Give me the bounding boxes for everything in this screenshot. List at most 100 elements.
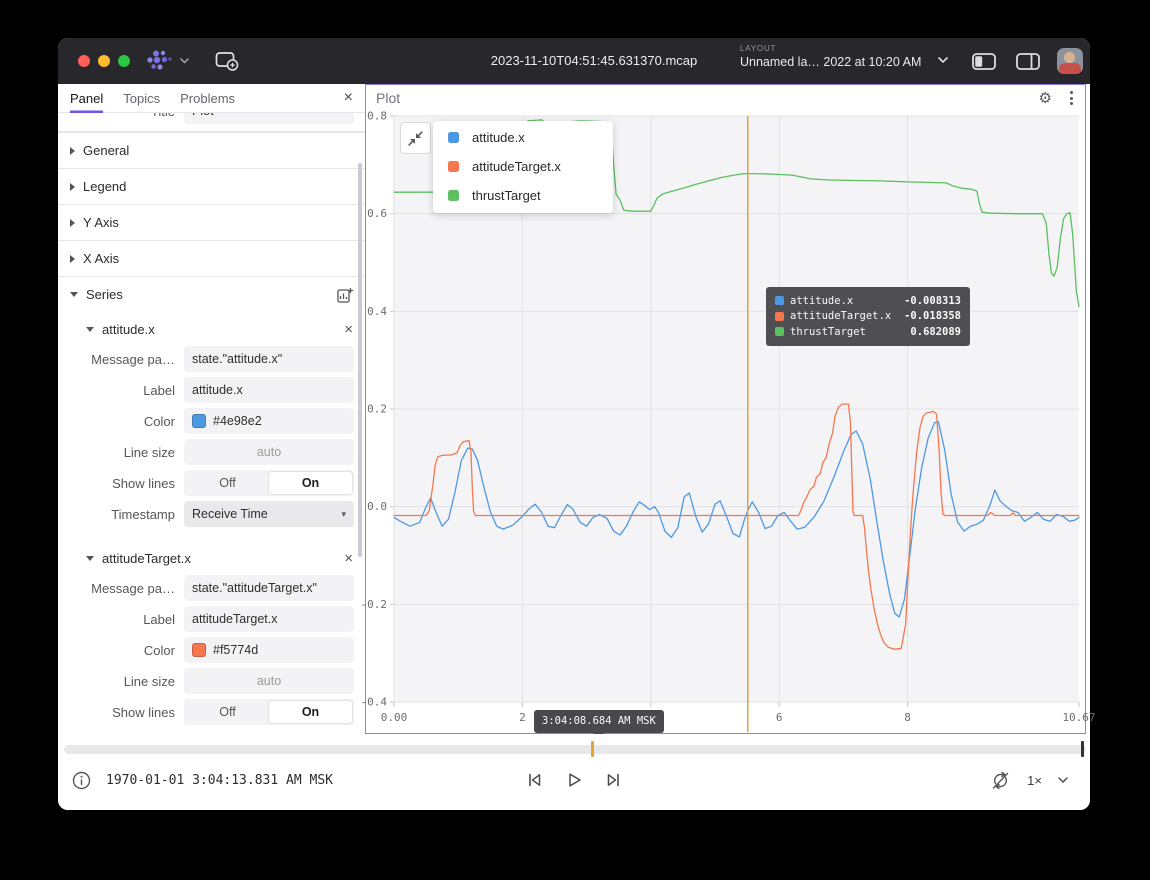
chevron-right-icon: [70, 147, 75, 155]
layout-chevron-down-icon[interactable]: [938, 57, 948, 64]
field-row-label: Label attitudeTarget.x: [58, 606, 365, 632]
chart-hover-tooltip: attitude.x -0.008313 attitudeTarget.x -0…: [766, 287, 970, 346]
tooltip-swatch: [775, 312, 784, 321]
sidebar-close-icon[interactable]: ×: [344, 90, 353, 106]
settings-scroll-area[interactable]: Title Plot General Legend Y Axis: [58, 113, 365, 734]
label-input[interactable]: attitudeTarget.x: [184, 606, 354, 632]
title-field-input[interactable]: Plot: [184, 113, 354, 124]
legend-overlay: attitude.x attitudeTarget.x thrustTarget: [433, 121, 613, 213]
close-window-button[interactable]: [78, 55, 90, 67]
scrub-track[interactable]: [64, 745, 1086, 754]
line-size-input[interactable]: auto: [184, 668, 354, 694]
user-avatar[interactable]: [1057, 48, 1083, 74]
seek-forward-icon[interactable]: [604, 770, 624, 790]
svg-text:2: 2: [519, 711, 526, 724]
svg-text:0.4: 0.4: [367, 305, 387, 318]
svg-text:8: 8: [904, 711, 911, 724]
kebab-menu-icon[interactable]: [1068, 89, 1075, 107]
show-lines-on-button[interactable]: On: [269, 701, 352, 723]
remove-series-icon[interactable]: ×: [344, 550, 353, 567]
dropdown-arrow-icon: ▾: [341, 509, 346, 520]
svg-text:-0.4: -0.4: [361, 696, 388, 709]
add-panel-button[interactable]: [215, 51, 239, 72]
section-y-axis[interactable]: Y Axis: [58, 204, 365, 240]
svg-text:10.67: 10.67: [1062, 711, 1095, 724]
collapse-legend-button[interactable]: [400, 122, 431, 154]
right-sidebar-toggle-icon[interactable]: [1016, 53, 1040, 70]
color-input[interactable]: #f5774d: [184, 637, 354, 663]
field-row-show-lines: Show lines Off On: [58, 470, 365, 496]
layout-name: Unnamed la… 2022 at 10:20 AM: [740, 55, 936, 69]
series-header-attitude-x[interactable]: attitude.x ×: [58, 312, 365, 346]
tooltip-row: attitude.x -0.008313: [775, 293, 961, 309]
tab-topics[interactable]: Topics: [123, 84, 160, 113]
color-swatch[interactable]: [192, 643, 206, 657]
traffic-lights: [78, 55, 130, 67]
chart-area: 0.80.60.40.20.0-0.2-0.40.00246810.67 att…: [366, 116, 1085, 734]
add-series-icon[interactable]: [337, 287, 353, 303]
tab-panel[interactable]: Panel: [70, 84, 103, 113]
legend-swatch: [448, 161, 459, 172]
label-input[interactable]: attitude.x: [184, 377, 354, 403]
tooltip-row: thrustTarget 0.682089: [775, 324, 961, 340]
speed-chevron-down-icon[interactable]: [1058, 777, 1068, 784]
avatar-body: [1059, 63, 1081, 74]
show-lines-off-button[interactable]: Off: [186, 472, 269, 494]
layout-selector[interactable]: LAYOUT Unnamed la… 2022 at 10:20 AM: [740, 44, 936, 69]
field-row-show-lines: Show lines Off On: [58, 699, 365, 725]
legend-swatch: [448, 132, 459, 143]
series-header-attitude-target-x[interactable]: attitudeTarget.x ×: [58, 541, 365, 575]
show-lines-off-button[interactable]: Off: [186, 701, 269, 723]
message-path-input[interactable]: state."attitude.x": [184, 346, 354, 372]
app-menu-button[interactable]: [146, 50, 189, 72]
svg-text:0.0: 0.0: [367, 500, 387, 513]
left-sidebar-toggle-icon[interactable]: [972, 53, 996, 70]
show-lines-on-button[interactable]: On: [269, 472, 352, 494]
line-size-input[interactable]: auto: [184, 439, 354, 465]
chevron-down-icon: [86, 327, 94, 332]
svg-text:0.2: 0.2: [367, 403, 387, 416]
legend-item-attitude-target-x[interactable]: attitudeTarget.x: [433, 152, 613, 181]
color-swatch[interactable]: [192, 414, 206, 428]
seek-backward-icon[interactable]: [524, 770, 544, 790]
collapse-arrows-icon: [408, 131, 423, 146]
section-x-axis[interactable]: X Axis: [58, 240, 365, 276]
legend-swatch: [448, 190, 459, 201]
chevron-down-icon: [180, 58, 189, 64]
field-row-message-path: Message pa… state."attitudeTarget.x": [58, 575, 365, 601]
remove-series-icon[interactable]: ×: [344, 321, 353, 338]
chevron-right-icon: [70, 219, 75, 227]
avatar-head: [1064, 52, 1075, 63]
play-button-icon[interactable]: [564, 770, 584, 790]
screenshot-background: 2023-11-10T04:51:45.631370.mcap LAYOUT U…: [0, 0, 1150, 880]
section-general[interactable]: General: [58, 132, 365, 168]
field-row-label: Label attitude.x: [58, 377, 365, 403]
title-field-row: Title Plot: [58, 113, 365, 132]
axis-time-tooltip: 3:04:08.684 AM MSK: [534, 710, 664, 733]
message-path-input[interactable]: state."attitudeTarget.x": [184, 575, 354, 601]
legend-item-thrust-target[interactable]: thrustTarget: [433, 181, 613, 210]
loop-off-icon[interactable]: [990, 770, 1011, 791]
chevron-right-icon: [70, 255, 75, 263]
titlebar: 2023-11-10T04:51:45.631370.mcap LAYOUT U…: [58, 38, 1090, 84]
playback-speed[interactable]: 1×: [1027, 773, 1042, 788]
section-series[interactable]: Series: [58, 276, 365, 312]
scrub-playhead-marker[interactable]: [591, 741, 594, 757]
color-input[interactable]: #4e98e2: [184, 408, 354, 434]
tab-problems[interactable]: Problems: [180, 84, 235, 113]
window-title: 2023-11-10T04:51:45.631370.mcap: [491, 38, 697, 84]
maximize-window-button[interactable]: [118, 55, 130, 67]
field-row-line-size: Line size auto: [58, 439, 365, 465]
show-lines-toggle: Off On: [184, 699, 354, 725]
minimize-window-button[interactable]: [98, 55, 110, 67]
app-window: 2023-11-10T04:51:45.631370.mcap LAYOUT U…: [58, 38, 1090, 810]
field-row-message-path: Message pa… state."attitude.x": [58, 346, 365, 372]
legend-item-attitude-x[interactable]: attitude.x: [433, 123, 613, 152]
add-panel-icon: [215, 51, 239, 72]
timestamp-dropdown[interactable]: Receive Time ▾: [184, 501, 354, 527]
sidebar-scrollbar[interactable]: [358, 163, 362, 557]
gear-icon[interactable]: ⚙: [1039, 91, 1052, 106]
sidebar-tabbar: Panel Topics Problems ×: [58, 84, 365, 113]
section-legend[interactable]: Legend: [58, 168, 365, 204]
field-row-color: Color #4e98e2: [58, 408, 365, 434]
